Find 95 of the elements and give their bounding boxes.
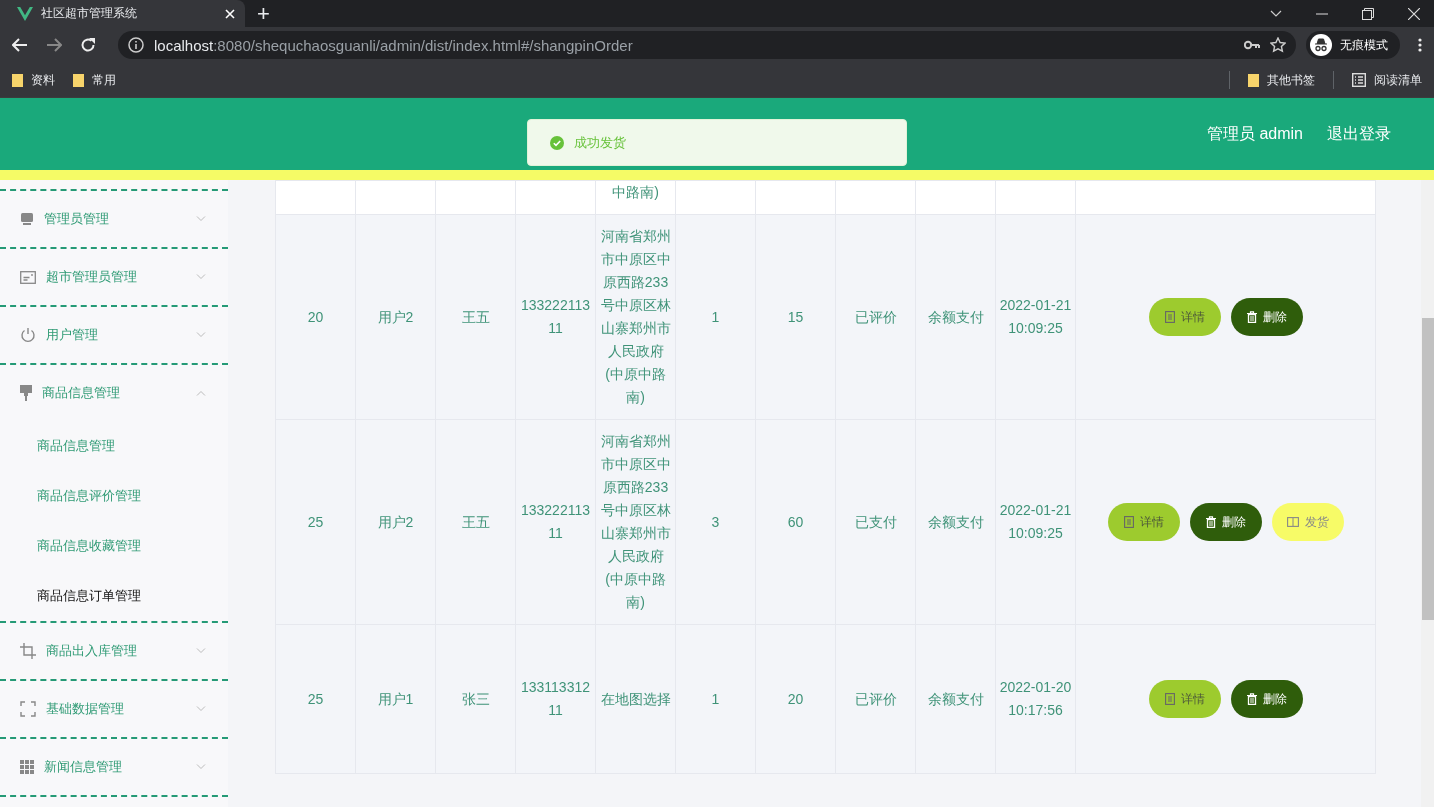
sidebar-submenu-item[interactable]: 商品信息评价管理: [0, 471, 228, 521]
detail-button[interactable]: 详情: [1107, 503, 1180, 541]
delete-button[interactable]: 删除: [1230, 298, 1303, 336]
sidebar-menu-item[interactable]: 商品信息管理: [0, 365, 228, 421]
table-cell: 张三: [435, 624, 516, 774]
incognito-icon: [1310, 34, 1332, 56]
folder-icon: [73, 73, 84, 87]
table-cell: 3: [675, 419, 756, 625]
chevron-down-icon[interactable]: [1270, 9, 1282, 18]
folder-icon: [12, 73, 23, 87]
table-cell: 60: [755, 419, 836, 625]
table-cell: 在地图选择: [595, 624, 676, 774]
table-cell: 15: [755, 214, 836, 420]
table-cell: 2022-01-21 10:09:25: [995, 214, 1076, 420]
ship-button[interactable]: 发货: [1271, 503, 1344, 541]
bookmark-folder[interactable]: 常用: [73, 71, 116, 89]
document-icon: [1164, 311, 1175, 323]
url-text: localhost:8080/shequchaosguanli/admin/dist/index.html#/shangpinOrder: [154, 36, 633, 54]
star-icon[interactable]: [1270, 37, 1286, 53]
table-cell: 25: [275, 624, 356, 774]
reading-list-button[interactable]: 阅读清单: [1352, 71, 1422, 89]
toast-message: 成功发货: [574, 133, 626, 152]
sidebar-submenu-item[interactable]: 商品信息订单管理: [0, 571, 228, 621]
incognito-button[interactable]: 无痕模式: [1306, 31, 1400, 59]
monitor-icon: [20, 212, 34, 226]
new-tab-button[interactable]: +: [257, 0, 270, 27]
table-cell: 河南省郑州市中原区中原西路233号中原区林山寨郑州市人民政府(中原中路南): [595, 419, 676, 625]
address-bar[interactable]: localhost:8080/shequchaosguanli/admin/dist/index.html#/shangpinOrder: [118, 31, 1296, 59]
info-icon: [128, 37, 144, 53]
table-cell: 用户2: [355, 214, 436, 420]
menu-dots-icon[interactable]: [1418, 38, 1422, 52]
table-cell: 余额支付: [915, 419, 996, 625]
table-cell: 13311331211: [515, 624, 596, 774]
sidebar-submenu-item[interactable]: 商品信息管理: [0, 421, 228, 471]
delete-button[interactable]: 删除: [1189, 503, 1262, 541]
logout-link[interactable]: 退出登录: [1327, 123, 1391, 145]
browser-tab[interactable]: 社区超市管理系统: [0, 0, 245, 27]
folder-icon: [1248, 73, 1259, 87]
table-cell: 用户2: [355, 419, 436, 625]
split-box-icon: [1286, 517, 1299, 527]
table-cell: 25: [275, 419, 356, 625]
scan-frame-icon: [20, 701, 36, 717]
table-cell: 2022-01-21 10:09:25: [995, 419, 1076, 625]
grid-icon: [20, 760, 34, 774]
forward-arrow-icon[interactable]: [46, 38, 62, 52]
trash-icon: [1205, 516, 1216, 528]
trash-icon: [1246, 693, 1257, 705]
table-cell: 1: [675, 624, 756, 774]
table-cell: 20: [755, 624, 836, 774]
table-cell: 2022-01-20 10:17:56: [995, 624, 1076, 774]
sidebar-menu-item[interactable]: 管理员管理: [0, 191, 228, 247]
key-icon[interactable]: [1244, 40, 1260, 50]
table-cell: 已评价: [835, 214, 916, 420]
document-icon: [1123, 516, 1134, 528]
table-cell: 1: [675, 214, 756, 420]
close-icon[interactable]: [1408, 7, 1420, 20]
reload-icon[interactable]: [80, 37, 96, 53]
document-icon: [1164, 693, 1175, 705]
sidebar-menu-item[interactable]: 用户管理: [0, 307, 228, 363]
table-cell: 余额支付: [915, 624, 996, 774]
table-cell: 王五: [435, 419, 516, 625]
detail-button[interactable]: 详情: [1148, 680, 1221, 718]
brush-icon: [20, 385, 32, 401]
table-cell: 用户1: [355, 624, 436, 774]
trash-icon: [1246, 311, 1257, 323]
table-cell: 王五: [435, 214, 516, 420]
sidebar-menu-item[interactable]: 商品出入库管理: [0, 623, 228, 679]
check-circle-icon: [550, 135, 564, 150]
v-logo-icon: [17, 6, 33, 21]
table-cell: 13322211311: [515, 419, 596, 625]
crop-icon: [20, 643, 36, 659]
table-cell: 河南省郑州市中原区中原西路233号中原区林山寨郑州市人民政府(中原中路南): [595, 214, 676, 420]
id-card-icon: [20, 270, 36, 284]
sidebar-menu-item[interactable]: 基础数据管理: [0, 681, 228, 737]
sidebar-menu-item[interactable]: 超市管理员管理: [0, 249, 228, 305]
back-arrow-icon[interactable]: [12, 38, 28, 52]
table-cell: 余额支付: [915, 214, 996, 420]
sidebar-submenu-item[interactable]: 商品信息收藏管理: [0, 521, 228, 571]
delete-button[interactable]: 删除: [1230, 680, 1303, 718]
detail-button[interactable]: 详情: [1148, 298, 1221, 336]
scrollbar[interactable]: [1421, 180, 1434, 807]
table-cell: 中路南): [595, 180, 676, 215]
table-cell: 已支付: [835, 419, 916, 625]
table-cell: 13322211311: [515, 214, 596, 420]
power-icon: [20, 327, 36, 343]
sidebar-menu-item[interactable]: 新闻信息管理: [0, 739, 228, 795]
list-icon: [1352, 73, 1366, 87]
tab-title: 社区超市管理系统: [41, 5, 138, 22]
minimize-icon[interactable]: [1316, 12, 1328, 15]
admin-username: 管理员 admin: [1206, 123, 1303, 144]
restore-icon[interactable]: [1362, 7, 1374, 20]
bookmark-folder[interactable]: 其他书签: [1248, 71, 1315, 89]
table-cell: 已评价: [835, 624, 916, 774]
bookmark-folder[interactable]: 资料: [12, 71, 55, 89]
table-cell: 20: [275, 214, 356, 420]
